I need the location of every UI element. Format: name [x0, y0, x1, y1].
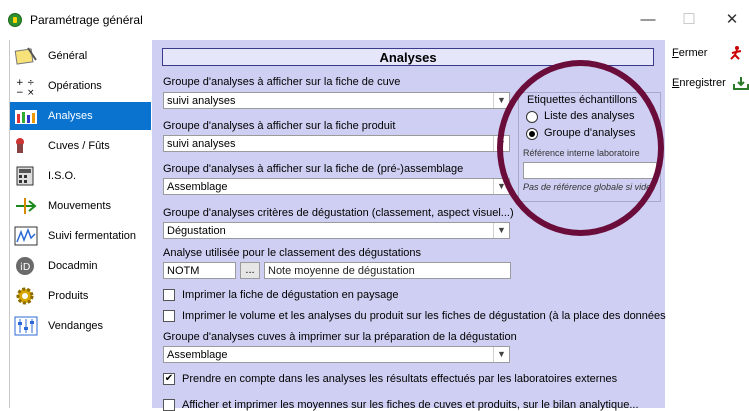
- produit-group-value: suivi analyses: [167, 138, 236, 150]
- svg-text:×: ×: [27, 88, 35, 96]
- close-button[interactable]: Fermer: [672, 47, 707, 59]
- actions-panel: Fermer Enregistrer: [666, 40, 749, 408]
- exit-person-icon[interactable]: [728, 46, 744, 60]
- classement-code-input[interactable]: NOTM: [163, 262, 236, 279]
- print-cuves-group-label: Groupe d'analyses cuves à imprimer sur l…: [163, 331, 517, 343]
- sidebar-item-label: Docadmin: [48, 260, 98, 272]
- sidebar-item-iso[interactable]: I.S.O.: [10, 162, 151, 190]
- svg-text:−: −: [16, 88, 24, 96]
- print-cuves-group-value: Assemblage: [167, 349, 228, 361]
- lab-flasks-icon: [15, 110, 37, 124]
- sidebar-item-docadmin[interactable]: iD Docadmin: [10, 252, 151, 280]
- degustation-group-select[interactable]: Dégustation ▼: [163, 222, 510, 239]
- external-labs-checkbox[interactable]: ✔: [163, 373, 175, 385]
- degustation-group-label: Groupe d'analyses critères de dégustatio…: [163, 207, 514, 219]
- close-window-button[interactable]: ✕: [717, 8, 747, 32]
- sidebar-item-general[interactable]: Général: [10, 42, 151, 70]
- chevron-down-icon[interactable]: ▼: [493, 136, 509, 151]
- analyses-group-radio[interactable]: [526, 128, 538, 140]
- sidebar-item-cuves[interactable]: Cuves / Fûts: [10, 132, 151, 160]
- window-title: Paramétrage général: [30, 13, 143, 27]
- produit-group-select[interactable]: suivi analyses ▼: [163, 135, 510, 152]
- landscape-checkbox[interactable]: [163, 289, 175, 301]
- chart-icon: [14, 226, 38, 246]
- close-button-label: ermer: [678, 47, 708, 59]
- classement-description: Note moyenne de dégustation: [264, 262, 511, 279]
- lab-reference-label: Référence interne laboratoire: [523, 148, 640, 158]
- save-button-label: nregistrer: [679, 77, 726, 89]
- arrows-icon: [16, 198, 37, 214]
- save-button[interactable]: Enregistrer: [672, 77, 726, 89]
- sidebar-item-label: Vendanges: [48, 320, 104, 332]
- app-icon: [8, 13, 22, 27]
- cuve-group-select[interactable]: suivi analyses ▼: [163, 92, 510, 109]
- print-cuves-group-select[interactable]: Assemblage ▼: [163, 346, 510, 363]
- analyses-panel: Analyses Groupe d'analyses à afficher su…: [152, 40, 696, 411]
- cuve-group-value: suivi analyses: [167, 95, 236, 107]
- analyses-list-radio-label: Liste des analyses: [544, 110, 635, 122]
- gear-icon: [16, 287, 34, 305]
- chevron-down-icon[interactable]: ▼: [493, 179, 509, 194]
- sidebar-item-label: Mouvements: [48, 200, 111, 212]
- assemblage-group-value: Assemblage: [167, 181, 228, 193]
- sidebar-item-label: Produits: [48, 290, 89, 302]
- svg-text:iD: iD: [20, 262, 31, 273]
- produit-group-label: Groupe d'analyses à afficher sur la fich…: [163, 120, 396, 132]
- sidebar-item-analyses[interactable]: Analyses: [10, 102, 151, 130]
- title-bar: Paramétrage général — ☐ ✕: [0, 0, 749, 40]
- averages-checkbox[interactable]: [163, 399, 175, 411]
- sliders-icon: [14, 316, 38, 336]
- sample-labels-title: Etiquettes échantillons: [525, 94, 640, 106]
- maximize-button[interactable]: ☐: [674, 8, 704, 32]
- sidebar-item-label: Analyses: [48, 110, 93, 122]
- sidebar-item-mouvements[interactable]: Mouvements: [10, 192, 151, 220]
- vat-icon: [16, 138, 24, 153]
- assemblage-group-label: Groupe d'analyses à afficher sur la fich…: [163, 163, 464, 175]
- external-labs-checkbox-label: Prendre en compte dans les analyses les …: [182, 373, 618, 385]
- sidebar-item-suivi-fermentation[interactable]: Suivi fermentation: [10, 222, 151, 250]
- notepad-icon: [14, 47, 37, 65]
- page-title: Analyses: [162, 48, 654, 66]
- close-button-mnemonic: F: [672, 47, 679, 59]
- analyses-group-radio-label: Groupe d'analyses: [544, 127, 636, 139]
- minimize-button[interactable]: —: [633, 8, 663, 32]
- save-tray-icon[interactable]: [733, 76, 749, 90]
- svg-text:÷: ÷: [27, 78, 35, 88]
- landscape-checkbox-label: Imprimer la fiche de dégustation en pays…: [182, 289, 399, 301]
- sidebar-item-label: Cuves / Fûts: [48, 140, 110, 152]
- docadmin-logo-icon: iD: [16, 257, 34, 275]
- sidebar-item-label: Général: [48, 50, 88, 62]
- chevron-down-icon[interactable]: ▼: [493, 93, 509, 108]
- lab-reference-input[interactable]: [523, 162, 657, 179]
- cuve-group-label: Groupe d'analyses à afficher sur la fich…: [163, 76, 401, 88]
- analyses-list-radio[interactable]: [526, 111, 538, 123]
- classement-label: Analyse utilisée pour le classement des …: [163, 247, 422, 259]
- math-operators-icon: + ÷ − ×: [16, 78, 35, 96]
- sidebar: Général + ÷ − × Opérations Analyses Cuve…: [9, 40, 151, 408]
- sidebar-item-produits[interactable]: Produits: [10, 282, 151, 310]
- sidebar-item-label: I.S.O.: [48, 170, 77, 182]
- product-volume-checkbox[interactable]: [163, 310, 175, 322]
- averages-checkbox-label: Afficher et imprimer les moyennes sur le…: [182, 399, 639, 411]
- sidebar-item-vendanges[interactable]: Vendanges: [10, 312, 151, 340]
- degustation-group-value: Dégustation: [167, 225, 226, 237]
- chevron-down-icon[interactable]: ▼: [493, 223, 509, 238]
- assemblage-group-select[interactable]: Assemblage ▼: [163, 178, 510, 195]
- chevron-down-icon[interactable]: ▼: [493, 347, 509, 362]
- calculator-icon: [16, 166, 34, 186]
- sidebar-item-label: Suivi fermentation: [48, 230, 137, 242]
- product-volume-checkbox-label: Imprimer le volume et les analyses du pr…: [182, 310, 696, 322]
- browse-button[interactable]: ...: [240, 262, 260, 279]
- svg-text:+: +: [16, 78, 24, 88]
- lab-reference-hint: Pas de référence globale si vide: [523, 182, 652, 192]
- sidebar-item-operations[interactable]: + ÷ − × Opérations: [10, 72, 151, 100]
- sidebar-item-label: Opérations: [48, 80, 102, 92]
